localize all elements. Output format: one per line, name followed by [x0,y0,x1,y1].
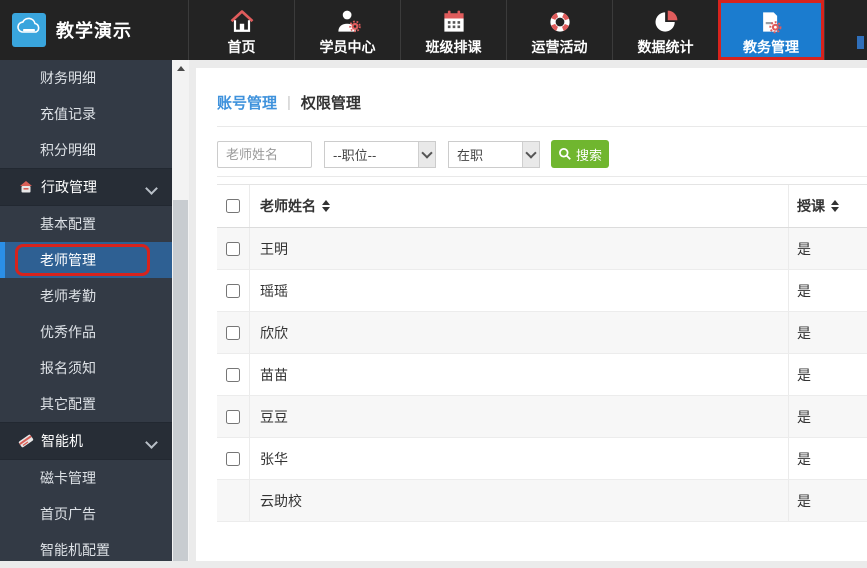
filter-bar: --职位-- 在职 搜索 [217,140,867,168]
sidebar-item-teacher-attendance[interactable]: 老师考勤 [0,278,172,314]
cell-teaches: 是 [788,228,867,269]
nav-item-statistics[interactable]: 数据统计 [612,0,718,60]
sidebar-item-other-config[interactable]: 其它配置 [0,386,172,422]
row-checkbox[interactable] [226,367,240,382]
cell-teaches: 是 [788,438,867,479]
search-icon [558,147,572,161]
cell-teacher-name: 张华 [249,438,788,479]
lifebuoy-icon [546,8,574,36]
sidebar-item-recharge-records[interactable]: 充值记录 [0,96,172,132]
sidebar-item-finance-detail[interactable]: 财务明细 [0,60,172,96]
home-icon [228,8,256,36]
cell-teacher-name: 苗苗 [249,354,788,395]
scrollbar-thumb[interactable] [173,200,188,561]
nav-item-home[interactable]: 首页 [188,0,294,60]
cell-teacher-name: 云助校 [249,480,788,521]
divider [217,126,867,127]
column-header-teacher-name[interactable]: 老师姓名 [249,185,788,227]
table-header-row: 老师姓名 授课 [217,184,867,228]
table-row: 欣欣 是 [217,312,867,354]
table-row: 张华 是 [217,438,867,480]
sidebar-section-smart-machine[interactable]: 智能机 [0,422,172,460]
tab-permission-management: 权限管理 [300,95,361,112]
sidebar-item-basic-config[interactable]: 基本配置 [0,206,172,242]
row-checkbox[interactable] [226,325,240,340]
select-all-checkbox[interactable] [226,199,240,213]
nav-item-academic-admin[interactable]: 教务管理 [718,0,824,60]
student-center-icon [334,8,362,36]
divider [217,176,867,177]
content-panel: 账号管理 | 权限管理 --职位-- 在职 [196,68,867,561]
row-checkbox[interactable] [226,283,240,298]
sidebar-scrollbar [172,60,189,561]
search-button[interactable]: 搜索 [551,140,609,168]
teacher-name-input[interactable] [217,140,312,168]
cell-teaches: 是 [788,312,867,353]
sidebar-item-registration-notice[interactable]: 报名须知 [0,350,172,386]
cell-teaches: 是 [788,480,867,521]
smart-machine-icon [18,434,34,448]
main-area: 账号管理 | 权限管理 --职位-- 在职 [189,60,867,561]
status-select[interactable]: 在职 [448,140,540,168]
chevron-down-icon [145,182,158,195]
table-row: 云助校 是 [217,480,867,522]
cell-teaches: 是 [788,270,867,311]
teacher-table: 老师姓名 授课 王明 是 瑶瑶 是 欣欣 是 苗苗 是 豆豆 是 张华 是 云助… [217,184,867,522]
tab-separator: | [287,94,291,111]
top-navigation-bar: 教学演示 首页 学员中心 班级排课 运营活动 数据统计 教务管理 [0,0,867,60]
admin-icon [18,180,34,194]
dropdown-arrow-icon [418,141,435,167]
sidebar-item-excellent-works[interactable]: 优秀作品 [0,314,172,350]
table-row: 豆豆 是 [217,396,867,438]
chevron-down-icon [145,436,158,449]
main-nav: 首页 学员中心 班级排课 运营活动 数据统计 教务管理 [188,0,864,60]
sidebar-item-magnetic-card[interactable]: 磁卡管理 [0,460,172,496]
sidebar-item-points-detail[interactable]: 积分明细 [0,132,172,168]
table-row: 王明 是 [217,228,867,270]
folder-gear-icon [757,8,785,36]
table-row: 苗苗 是 [217,354,867,396]
tab-bar: 账号管理 | 权限管理 [217,68,867,113]
scroll-up-button[interactable] [172,60,189,77]
column-header-teaches[interactable]: 授课 [788,185,867,227]
sidebar-item-smart-machine-config[interactable]: 智能机配置 [0,532,172,568]
row-checkbox[interactable] [226,451,240,466]
sidebar-item-teacher-management[interactable]: 老师管理 [0,242,172,278]
table-row: 瑶瑶 是 [217,270,867,312]
dropdown-arrow-icon [522,141,539,167]
cell-teacher-name: 欣欣 [249,312,788,353]
sidebar-item-homepage-ads[interactable]: 首页广告 [0,496,172,532]
cell-teaches: 是 [788,396,867,437]
nav-item-student-center[interactable]: 学员中心 [294,0,400,60]
app-logo[interactable] [12,13,46,47]
position-select[interactable]: --职位-- [324,140,436,168]
sort-icon[interactable] [322,200,330,212]
empty-checkbox-cell [217,480,249,521]
cell-teaches: 是 [788,354,867,395]
cutoff-nav-icon [857,36,864,49]
nav-item-class-scheduling[interactable]: 班级排课 [400,0,506,60]
sidebar-section-admin-management[interactable]: 行政管理 [0,168,172,206]
sort-icon[interactable] [831,200,839,212]
cell-teacher-name: 豆豆 [249,396,788,437]
calendar-icon [440,8,468,36]
cell-teacher-name: 王明 [249,228,788,269]
sidebar-menu: 财务明细 充值记录 积分明细 行政管理 基本配置 老师管理 老师考勤 优秀作品 … [0,60,172,561]
row-checkbox[interactable] [226,241,240,256]
header-checkbox-cell [217,185,249,227]
cloud-logo-icon [15,16,43,45]
app-title: 教学演示 [56,21,132,41]
nav-item-cutoff[interactable] [824,0,864,60]
row-checkbox[interactable] [226,409,240,424]
scroll-up-icon [176,66,185,71]
pie-chart-icon [652,8,680,36]
nav-item-operations[interactable]: 运营活动 [506,0,612,60]
tab-account-management[interactable]: 账号管理 [217,92,277,113]
cell-teacher-name: 瑶瑶 [249,270,788,311]
